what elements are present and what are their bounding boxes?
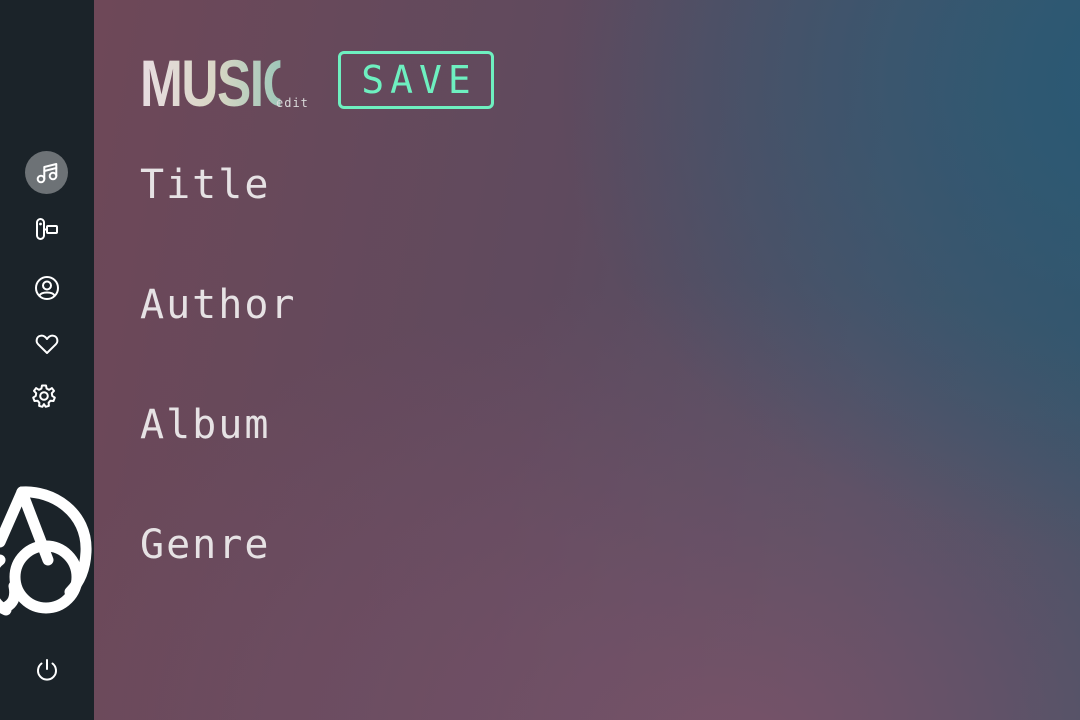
user-circle-icon	[34, 275, 59, 300]
power-button[interactable]	[25, 648, 68, 691]
nav-player-button[interactable]	[25, 207, 68, 250]
album-field[interactable]: Album	[140, 402, 270, 448]
brand: MUSIC edit	[140, 46, 320, 120]
page-subtitle: edit	[276, 96, 309, 110]
gear-icon	[31, 384, 56, 408]
page-title: MUSIC	[140, 46, 300, 120]
nav-settings-button[interactable]	[22, 374, 65, 417]
heart-icon	[35, 334, 58, 354]
save-button[interactable]: SAVE	[338, 51, 494, 109]
music-note-icon	[36, 162, 57, 183]
nav-music-button[interactable]	[25, 151, 68, 194]
sidebar	[0, 0, 94, 720]
genre-field[interactable]: Genre	[140, 522, 270, 568]
title-field[interactable]: Title	[140, 162, 270, 208]
cherry-logo-icon	[0, 486, 92, 616]
power-icon	[36, 658, 57, 681]
nav-profile-button[interactable]	[25, 266, 68, 309]
nav-favorites-button[interactable]	[25, 322, 68, 365]
author-field[interactable]: Author	[140, 282, 297, 328]
media-player-icon	[35, 217, 58, 240]
